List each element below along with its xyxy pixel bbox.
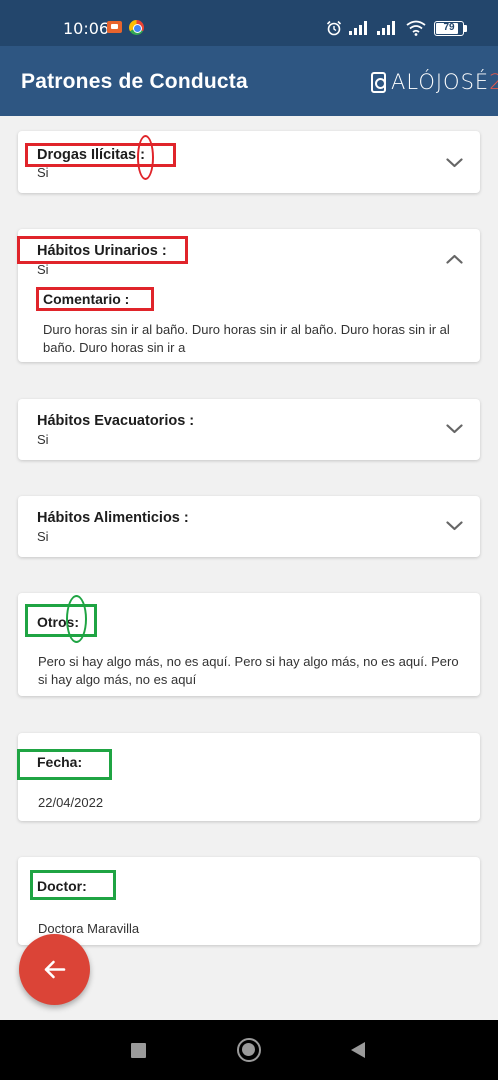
page-title: Patrones de Conducta xyxy=(21,70,248,93)
chevron-down-icon[interactable] xyxy=(446,158,463,168)
battery-tip xyxy=(464,25,467,32)
card-value-drogas: Si xyxy=(37,165,49,180)
alarm-icon xyxy=(326,20,342,36)
fecha-value: 22/04/2022 xyxy=(38,795,104,810)
card-value-urinarios: Si xyxy=(37,262,49,277)
card-title-evacuatorios: Hábitos Evacuatorios : xyxy=(37,413,195,429)
wifi-icon xyxy=(406,20,426,36)
annotation-oval-red xyxy=(137,135,154,180)
arrow-left-icon xyxy=(44,960,66,979)
app-bar: Patrones de Conducta ALÓJOSÉ24 xyxy=(0,46,498,116)
card-value-alimenticios: Si xyxy=(37,529,49,544)
home-button[interactable] xyxy=(237,1038,261,1062)
notification-icon xyxy=(107,21,122,33)
battery-icon: 79 xyxy=(434,21,464,36)
logo-text: ALÓJOSÉ24 xyxy=(391,70,498,94)
signal-icon xyxy=(377,21,395,35)
card-habitos-alimenticios[interactable]: Hábitos Alimenticios : Si xyxy=(18,496,480,557)
chrome-icon xyxy=(129,20,144,35)
system-nav-bar xyxy=(0,1020,498,1080)
back-button[interactable] xyxy=(19,934,90,1005)
annotation-oval-green xyxy=(66,595,87,643)
logo-number: 24 xyxy=(489,70,498,94)
card-habitos-evacuatorios[interactable]: Hábitos Evacuatorios : Si xyxy=(18,399,480,460)
logo-mark-icon xyxy=(371,71,386,93)
annotation-box-green xyxy=(30,870,116,900)
annotation-box-green xyxy=(17,749,112,780)
comment-text: Duro horas sin ir al baño. Duro horas si… xyxy=(43,322,450,355)
card-title-alimenticios: Hábitos Alimenticios : xyxy=(37,510,189,526)
annotation-box-red xyxy=(17,236,188,264)
logo: ALÓJOSÉ24 xyxy=(371,70,498,94)
logo-name: ALÓJOSÉ xyxy=(391,70,490,94)
card-value-evacuatorios: Si xyxy=(37,432,49,447)
system-back-button[interactable] xyxy=(351,1042,365,1058)
chevron-up-icon[interactable] xyxy=(446,254,463,264)
recent-apps-button[interactable] xyxy=(131,1043,146,1058)
chevron-down-icon[interactable] xyxy=(446,521,463,531)
status-time: 10:06 xyxy=(63,19,110,38)
annotation-box-red xyxy=(36,287,154,311)
battery-label: 79 xyxy=(443,22,455,33)
signal-icon xyxy=(349,21,367,35)
status-bar: 10:06 79 xyxy=(0,0,498,46)
otros-text: Pero si hay algo más, no es aquí. Pero s… xyxy=(38,654,459,687)
chevron-down-icon[interactable] xyxy=(446,424,463,434)
